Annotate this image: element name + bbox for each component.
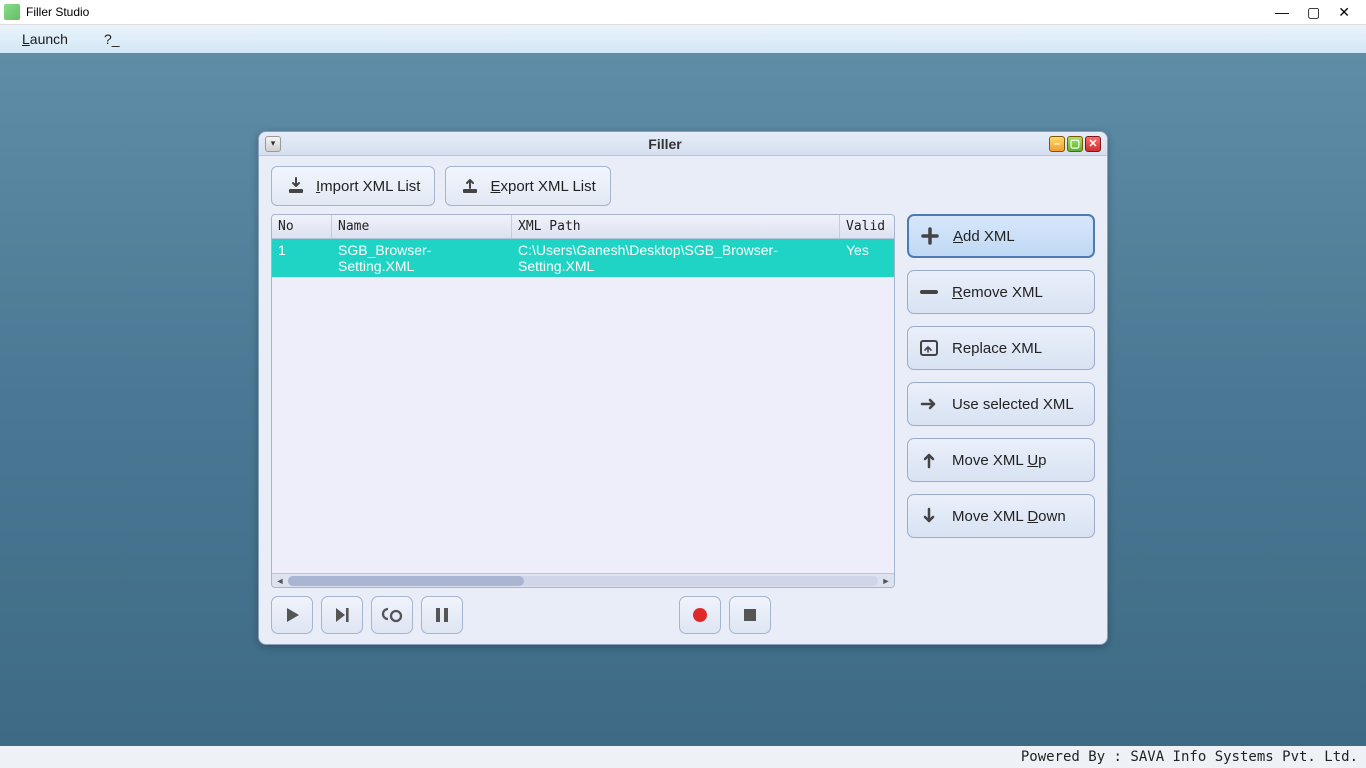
window-maximize-button[interactable]: ▢ bbox=[1307, 4, 1320, 21]
mdi-area: ▾ Filler – ▢ ✕ Import XML List bbox=[0, 53, 1366, 746]
scroll-thumb[interactable] bbox=[288, 576, 524, 586]
scroll-left-icon[interactable]: ◄ bbox=[274, 575, 286, 587]
use-selected-label: Use selected XML bbox=[952, 396, 1074, 413]
scroll-track[interactable] bbox=[288, 576, 878, 586]
move-up-label: Move XML Up bbox=[952, 452, 1047, 469]
col-no[interactable]: No bbox=[272, 215, 332, 238]
window-menu-icon[interactable]: ▾ bbox=[265, 136, 281, 152]
replace-icon bbox=[918, 337, 940, 359]
upload-icon bbox=[460, 176, 480, 196]
menu-launch[interactable]: Launch bbox=[22, 31, 68, 47]
move-xml-up-button[interactable]: Move XML Up bbox=[907, 438, 1095, 482]
import-label: Import XML List bbox=[316, 178, 420, 195]
menu-help[interactable]: ?_ bbox=[104, 31, 120, 47]
cell-name: SGB_Browser-Setting.XML bbox=[332, 239, 512, 277]
filler-titlebar[interactable]: ▾ Filler – ▢ ✕ bbox=[259, 132, 1107, 156]
arrow-down-icon bbox=[918, 505, 940, 527]
download-icon bbox=[286, 176, 306, 196]
horizontal-scrollbar[interactable]: ◄ ► bbox=[272, 573, 894, 587]
step-button[interactable] bbox=[321, 596, 363, 634]
status-bar: Powered By : SAVA Info Systems Pvt. Ltd. bbox=[0, 746, 1366, 768]
export-label: Export XML List bbox=[490, 178, 595, 195]
col-valid[interactable]: Valid bbox=[840, 215, 894, 238]
app-icon bbox=[4, 4, 20, 20]
play-button[interactable] bbox=[271, 596, 313, 634]
pause-button[interactable] bbox=[421, 596, 463, 634]
table-header: No Name XML Path Valid bbox=[272, 215, 894, 239]
xml-table: No Name XML Path Valid 1 SGB_Browser-Set… bbox=[271, 214, 895, 588]
use-selected-xml-button[interactable]: Use selected XML bbox=[907, 382, 1095, 426]
table-row[interactable]: 1 SGB_Browser-Setting.XML C:\Users\Ganes… bbox=[272, 239, 894, 277]
plus-icon bbox=[919, 225, 941, 247]
move-xml-down-button[interactable]: Move XML Down bbox=[907, 494, 1095, 538]
remove-xml-label: Remove XML bbox=[952, 284, 1043, 301]
app-title: Filler Studio bbox=[26, 5, 89, 19]
app-titlebar: Filler Studio — ▢ ✕ bbox=[0, 0, 1366, 25]
arrow-up-icon bbox=[918, 449, 940, 471]
import-xml-list-button[interactable]: Import XML List bbox=[271, 166, 435, 206]
minus-icon bbox=[918, 281, 940, 303]
add-xml-button[interactable]: Add XML bbox=[907, 214, 1095, 258]
col-name[interactable]: Name bbox=[332, 215, 512, 238]
sidebar: Add XML Remove XML Replace XML bbox=[907, 214, 1095, 588]
inner-close-button[interactable]: ✕ bbox=[1085, 136, 1101, 152]
filler-window: ▾ Filler – ▢ ✕ Import XML List bbox=[258, 131, 1108, 645]
record-button[interactable] bbox=[679, 596, 721, 634]
transport-bar bbox=[271, 596, 1095, 634]
cell-no: 1 bbox=[272, 239, 332, 277]
inner-maximize-button[interactable]: ▢ bbox=[1067, 136, 1083, 152]
replace-xml-button[interactable]: Replace XML bbox=[907, 326, 1095, 370]
add-xml-label: Add XML bbox=[953, 228, 1015, 245]
inner-minimize-button[interactable]: – bbox=[1049, 136, 1065, 152]
cell-valid: Yes bbox=[840, 239, 894, 277]
arrow-right-icon bbox=[918, 393, 940, 415]
col-path[interactable]: XML Path bbox=[512, 215, 840, 238]
scroll-right-icon[interactable]: ► bbox=[880, 575, 892, 587]
export-xml-list-button[interactable]: Export XML List bbox=[445, 166, 610, 206]
remove-xml-button[interactable]: Remove XML bbox=[907, 270, 1095, 314]
move-down-label: Move XML Down bbox=[952, 508, 1066, 525]
menubar: Launch ?_ bbox=[0, 25, 1366, 53]
loop-button[interactable] bbox=[371, 596, 413, 634]
window-minimize-button[interactable]: — bbox=[1275, 4, 1289, 21]
replace-xml-label: Replace XML bbox=[952, 340, 1042, 357]
window-close-button[interactable]: ✕ bbox=[1338, 4, 1350, 21]
status-text: Powered By : SAVA Info Systems Pvt. Ltd. bbox=[1021, 749, 1358, 765]
cell-path: C:\Users\Ganesh\Desktop\SGB_Browser-Sett… bbox=[512, 239, 840, 277]
stop-button[interactable] bbox=[729, 596, 771, 634]
filler-title: Filler bbox=[281, 136, 1049, 152]
